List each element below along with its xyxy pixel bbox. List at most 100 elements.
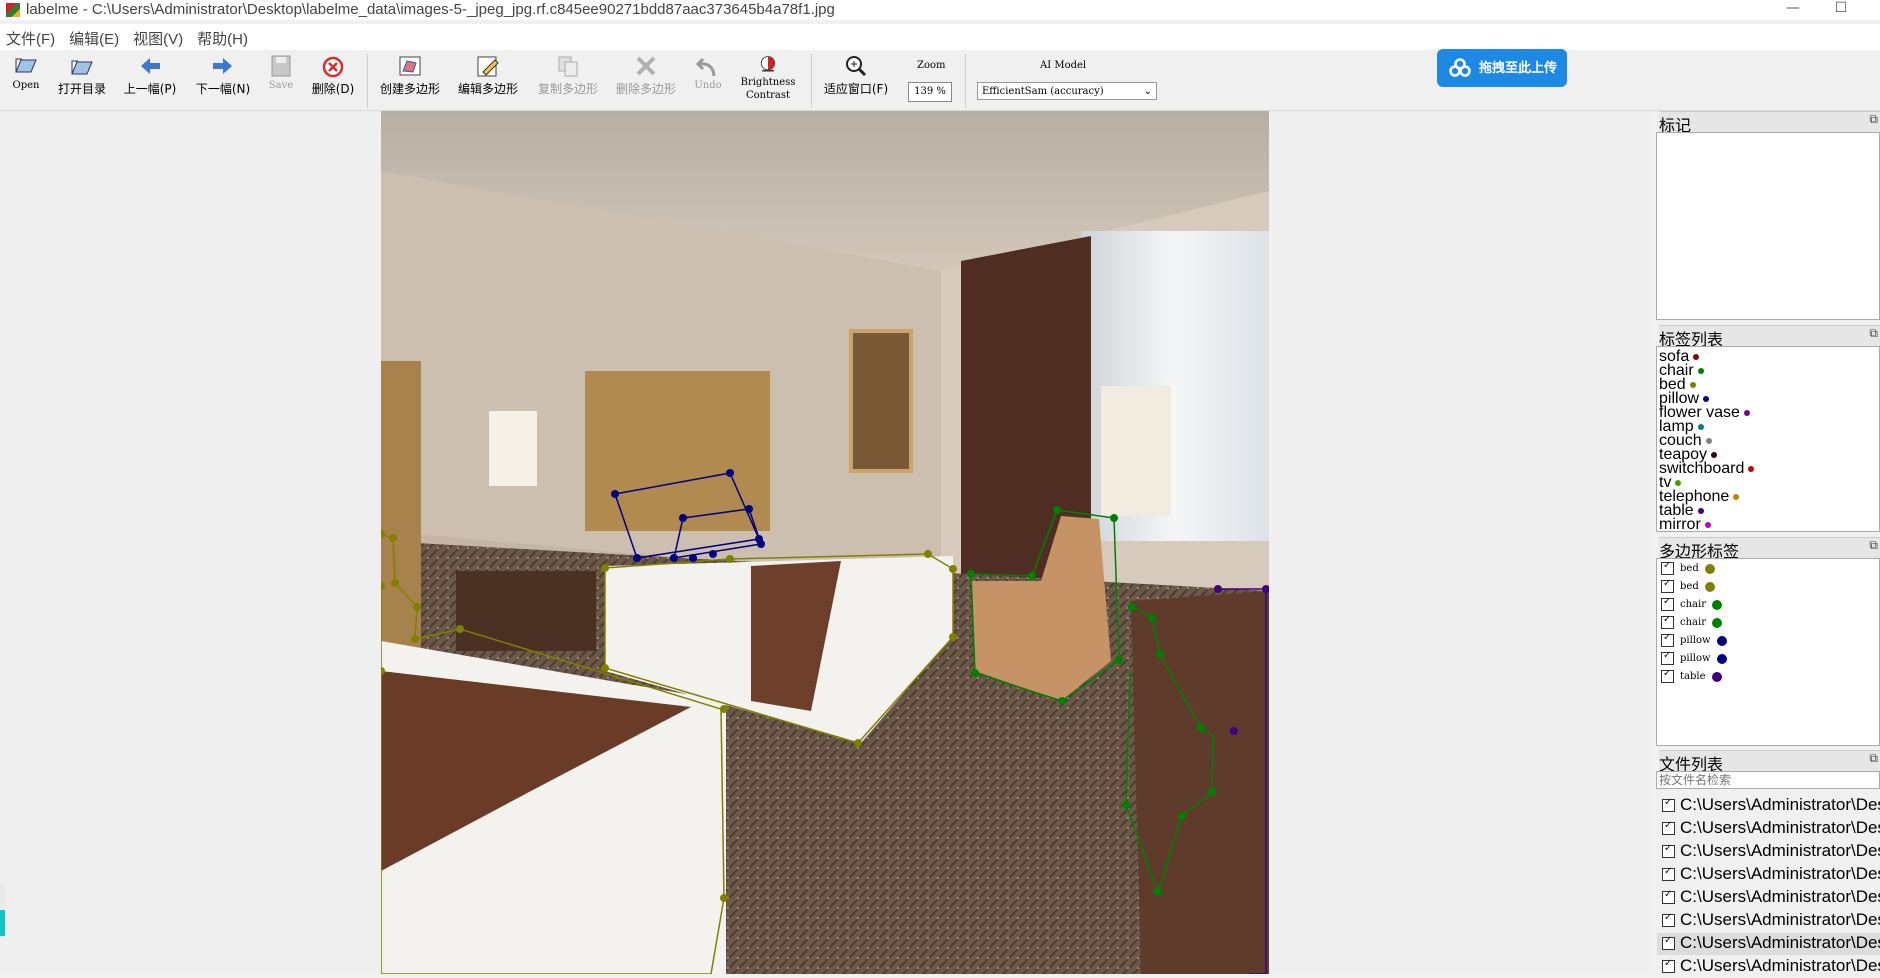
arrow-left-icon	[141, 58, 160, 74]
polygon-color-dot	[1711, 671, 1722, 682]
menu-file[interactable]: 文件(F)	[0, 24, 63, 49]
file-checkbox[interactable]	[1662, 866, 1675, 882]
flags-list[interactable]	[1656, 132, 1880, 320]
file-checkbox[interactable]	[1662, 958, 1675, 974]
contrast-label: Contrast	[745, 90, 791, 101]
visibility-checkbox[interactable]	[1661, 668, 1674, 683]
delete-circle-icon	[322, 56, 344, 78]
delete-polygon-label: 删除多边形	[615, 82, 676, 96]
undo-button[interactable]: Undo	[692, 54, 724, 91]
float-panel-icon[interactable]: ⧉	[1869, 112, 1878, 127]
file-path-text: C:\Users\Administrator\Desktop	[1680, 956, 1880, 975]
file-list-item[interactable]: C:\Users\Administrator\Desktop	[1657, 933, 1880, 955]
file-list-item[interactable]: C:\Users\Administrator\Desktop	[1662, 818, 1880, 840]
file-list-item[interactable]: C:\Users\Administrator\Desktop	[1662, 864, 1880, 886]
menu-bar: 文件(F) 编辑(E) 视图(V) 帮助(H)	[0, 24, 1880, 50]
polygon-labels-panel-title: 多边形标签 ⧉	[1659, 537, 1880, 561]
open-dir-button[interactable]: 打开目录	[55, 54, 109, 97]
copy-polygon-button[interactable]: 复制多边形	[536, 54, 600, 97]
label-color-dot	[1675, 479, 1682, 486]
toolbar-separator	[811, 54, 812, 108]
files-panel-title: 文件列表 ⧉	[1659, 750, 1880, 774]
file-checkbox[interactable]	[1662, 912, 1675, 928]
label-color-dot	[1704, 521, 1711, 528]
brightness-contrast-button[interactable]: Brightness Contrast	[736, 54, 800, 102]
prev-image-button[interactable]: 上一幅(P)	[122, 54, 178, 97]
labelme-app-icon	[6, 3, 20, 17]
menu-edit[interactable]: 编辑(E)	[63, 24, 127, 49]
label-list-item[interactable]: mirror	[1659, 517, 1711, 531]
fit-window-button[interactable]: 适应窗口(F)	[822, 54, 890, 97]
file-path-text: C:\Users\Administrator\Desktop	[1680, 864, 1880, 883]
polygon-color-dot	[1716, 635, 1727, 646]
labels-panel-title: 标签列表 ⧉	[1659, 325, 1880, 349]
file-list-item[interactable]: C:\Users\Administrator\Desktop	[1662, 795, 1880, 817]
edit-pencil-icon	[477, 56, 499, 77]
magnifier-icon	[846, 56, 867, 77]
visibility-checkbox[interactable]	[1661, 596, 1674, 611]
float-panel-icon[interactable]: ⧉	[1869, 326, 1878, 341]
table-shape	[1131, 591, 1269, 974]
file-checkbox[interactable]	[1662, 935, 1675, 951]
create-polygon-button[interactable]: 创建多边形	[378, 54, 442, 97]
open-folder-icon	[71, 60, 93, 75]
open-button[interactable]: Open	[10, 54, 42, 91]
zoom-label: Zoom	[917, 60, 946, 71]
label-color-dot	[1733, 493, 1740, 500]
float-panel-icon[interactable]: ⧉	[1869, 538, 1878, 553]
file-checkbox[interactable]	[1662, 843, 1675, 859]
visibility-checkbox[interactable]	[1661, 560, 1674, 575]
brightness-contrast-icon	[760, 56, 776, 72]
delete-polygon-button[interactable]: 删除多边形	[614, 54, 678, 97]
polygon-label-text: chair	[1680, 617, 1706, 628]
visibility-checkbox[interactable]	[1661, 614, 1674, 629]
open-dir-label: 打开目录	[57, 82, 106, 96]
upload-drop-button[interactable]: 拖拽至此上传	[1437, 49, 1567, 87]
file-list-item[interactable]: C:\Users\Administrator\Desktop	[1662, 887, 1880, 909]
undo-arrow-icon	[695, 57, 716, 77]
file-list-item[interactable]: C:\Users\Administrator\Desktop	[1662, 956, 1880, 978]
file-list-item[interactable]: C:\Users\Administrator\Desktop	[1662, 841, 1880, 863]
delete-file-button[interactable]: 删除(D)	[310, 54, 356, 97]
polygon-label-item[interactable]: table	[1661, 668, 1722, 688]
label-color-dot	[1697, 367, 1704, 374]
file-checkbox[interactable]	[1662, 820, 1675, 836]
file-checkbox[interactable]	[1662, 889, 1675, 905]
label-list[interactable]: sofa chair bed pillow flower vase lamp couch te…	[1656, 346, 1880, 532]
hotel-room-image[interactable]	[381, 111, 1269, 974]
fit-window-label: 适应窗口(F)	[823, 82, 889, 96]
label-color-dot	[1689, 381, 1696, 388]
polygon-label-list[interactable]: bed bed chair chair pillow pillow table	[1656, 558, 1880, 746]
maximize-button[interactable]: ☐	[1818, 0, 1864, 20]
save-button[interactable]: Save	[266, 54, 296, 91]
minimize-button[interactable]: —	[1770, 0, 1816, 20]
toolbar-separator	[965, 54, 966, 108]
visibility-checkbox[interactable]	[1661, 578, 1674, 593]
polygon-color-dot	[1711, 599, 1722, 610]
file-checkbox[interactable]	[1662, 797, 1675, 813]
toolbar-separator	[367, 54, 368, 108]
label-color-dot	[1743, 409, 1750, 416]
annotation-canvas[interactable]	[0, 111, 1650, 974]
scroll-marker-tick	[0, 910, 5, 936]
cloud-upload-icon	[1449, 58, 1471, 77]
menu-help[interactable]: 帮助(H)	[191, 24, 256, 49]
polygon-color-dot	[1704, 563, 1715, 574]
polygon-label-text: table	[1680, 671, 1706, 682]
file-list-item[interactable]: C:\Users\Administrator\Desktop	[1662, 910, 1880, 932]
visibility-checkbox[interactable]	[1661, 650, 1674, 665]
upload-label: 拖拽至此上传	[1479, 60, 1558, 75]
float-panel-icon[interactable]: ⧉	[1869, 751, 1878, 766]
zoom-input[interactable]: 139 %	[908, 82, 952, 102]
copy-icon	[558, 56, 578, 77]
label-color-dot	[1693, 353, 1700, 360]
file-search-input[interactable]: 按文件名检索	[1656, 771, 1880, 789]
edit-polygon-button[interactable]: 编辑多边形	[456, 54, 520, 97]
menu-view[interactable]: 视图(V)	[127, 24, 191, 49]
visibility-checkbox[interactable]	[1661, 632, 1674, 647]
ai-model-select[interactable]: EfficientSam (accuracy) ⌄	[977, 82, 1157, 100]
file-path-text: C:\Users\Administrator\Desktop	[1680, 818, 1880, 837]
next-image-button[interactable]: 下一幅(N)	[195, 54, 251, 97]
file-path-text: C:\Users\Administrator\Desktop	[1680, 910, 1880, 929]
window-title: labelme - C:\Users\Administrator\Desktop…	[26, 1, 835, 18]
